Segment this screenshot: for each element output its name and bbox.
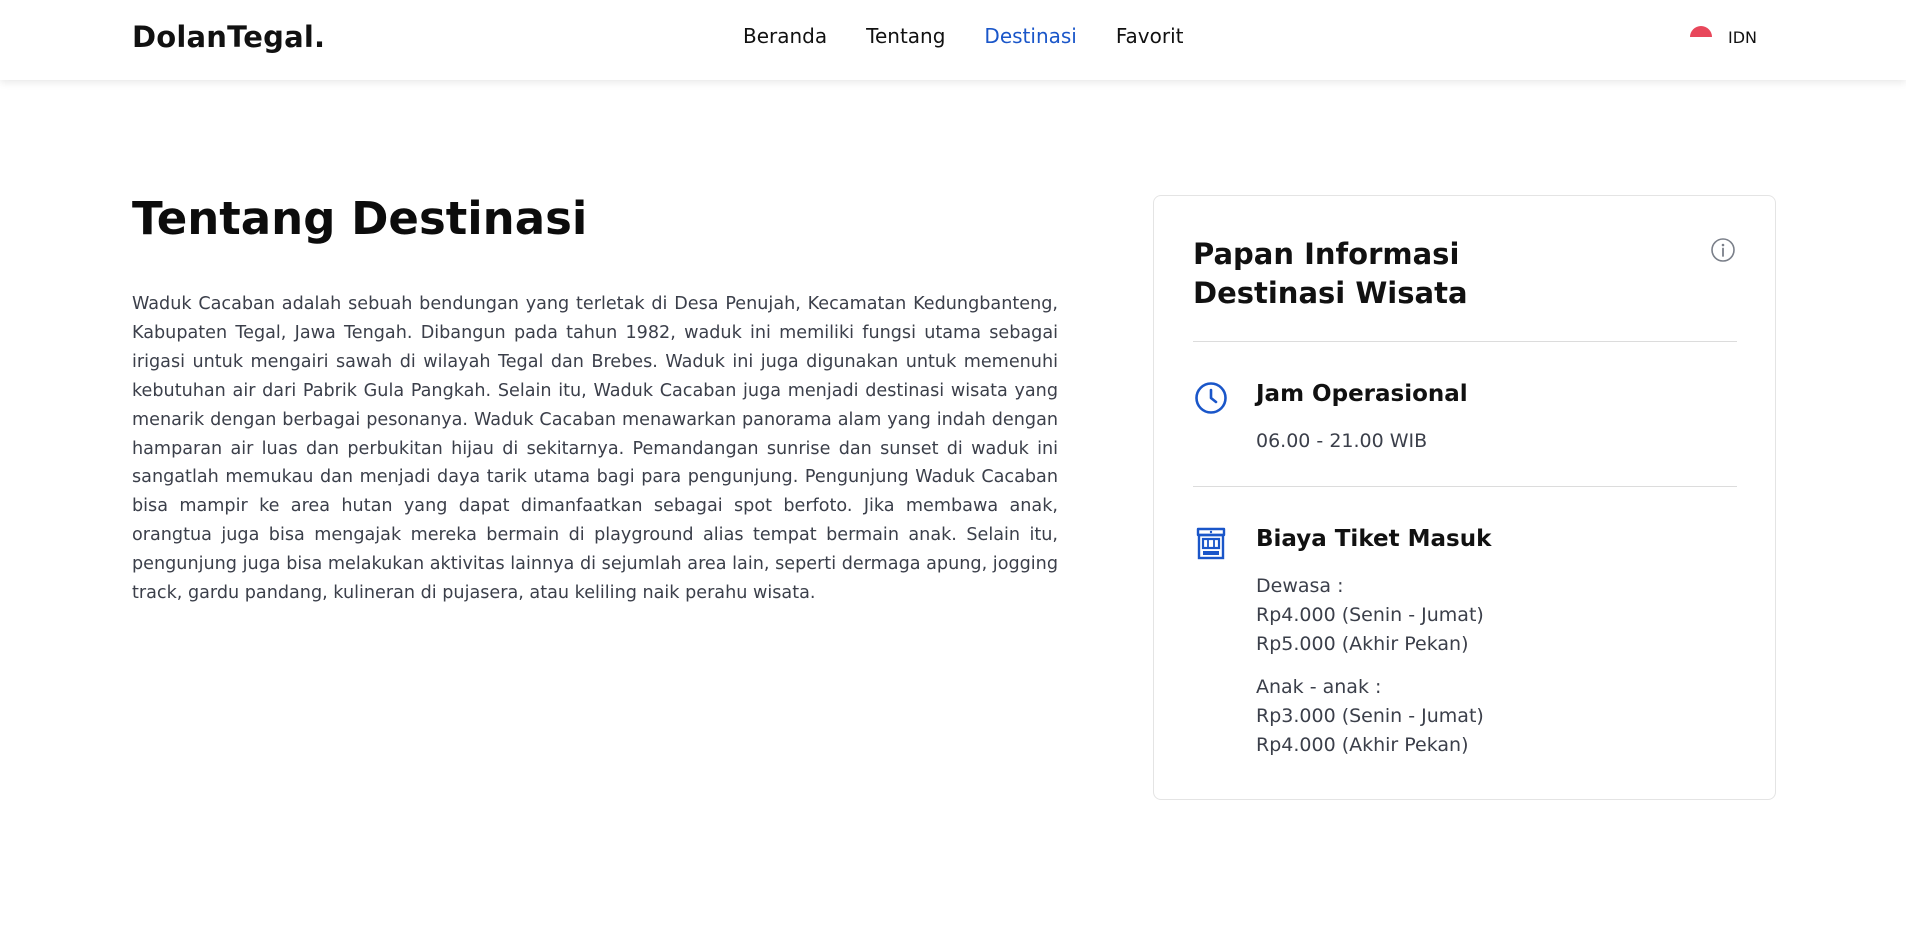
child-price-block: Anak - anak : Rp3.000 (Senin - Jumat) Rp… bbox=[1256, 673, 1484, 760]
child-weekend-price: Rp4.000 (Akhir Pekan) bbox=[1256, 734, 1469, 756]
adult-weekday-price: Rp4.000 (Senin - Jumat) bbox=[1256, 604, 1484, 626]
adult-price-block: Dewasa : Rp4.000 (Senin - Jumat) Rp5.000… bbox=[1256, 572, 1484, 659]
info-board-title: Papan Informasi Destinasi Wisata bbox=[1193, 235, 1613, 313]
info-board-title-line2: Destinasi Wisata bbox=[1193, 276, 1468, 310]
ticket-price-title: Biaya Tiket Masuk bbox=[1256, 526, 1492, 552]
destination-description: Waduk Cacaban adalah sebuah bendungan ya… bbox=[132, 294, 1058, 604]
operating-hours-title: Jam Operasional bbox=[1256, 381, 1468, 407]
card-divider bbox=[1193, 486, 1737, 487]
clock-icon bbox=[1195, 382, 1227, 414]
ticket-booth-icon bbox=[1196, 527, 1226, 560]
info-board-card: Papan Informasi Destinasi Wisata Jam Ope… bbox=[1153, 195, 1776, 800]
adult-weekend-price: Rp5.000 (Akhir Pekan) bbox=[1256, 633, 1469, 655]
operating-hours-value: 06.00 - 21.00 WIB bbox=[1256, 430, 1428, 452]
language-switcher[interactable]: IDN bbox=[1690, 26, 1757, 48]
nav-item-favorit[interactable]: Favorit bbox=[1116, 24, 1184, 48]
nav-item-destinasi[interactable]: Destinasi bbox=[984, 24, 1076, 48]
nav-item-beranda[interactable]: Beranda bbox=[743, 24, 827, 48]
info-board-title-line1: Papan Informasi bbox=[1193, 237, 1460, 271]
adult-label: Dewasa : bbox=[1256, 575, 1344, 597]
child-label: Anak - anak : bbox=[1256, 676, 1382, 698]
brand-logo[interactable]: DolanTegal. bbox=[132, 20, 325, 54]
navbar: DolanTegal. Beranda Tentang Destinasi Fa… bbox=[0, 0, 1906, 80]
nav-item-tentang[interactable]: Tentang bbox=[866, 24, 945, 48]
info-circle-icon[interactable] bbox=[1710, 237, 1736, 263]
indonesia-flag-icon bbox=[1690, 26, 1712, 48]
page-title: Tentang Destinasi bbox=[132, 192, 588, 245]
card-divider bbox=[1193, 341, 1737, 342]
child-weekday-price: Rp3.000 (Senin - Jumat) bbox=[1256, 705, 1484, 727]
language-label: IDN bbox=[1728, 27, 1758, 47]
nav-menu: Beranda Tentang Destinasi Favorit bbox=[743, 24, 1222, 48]
